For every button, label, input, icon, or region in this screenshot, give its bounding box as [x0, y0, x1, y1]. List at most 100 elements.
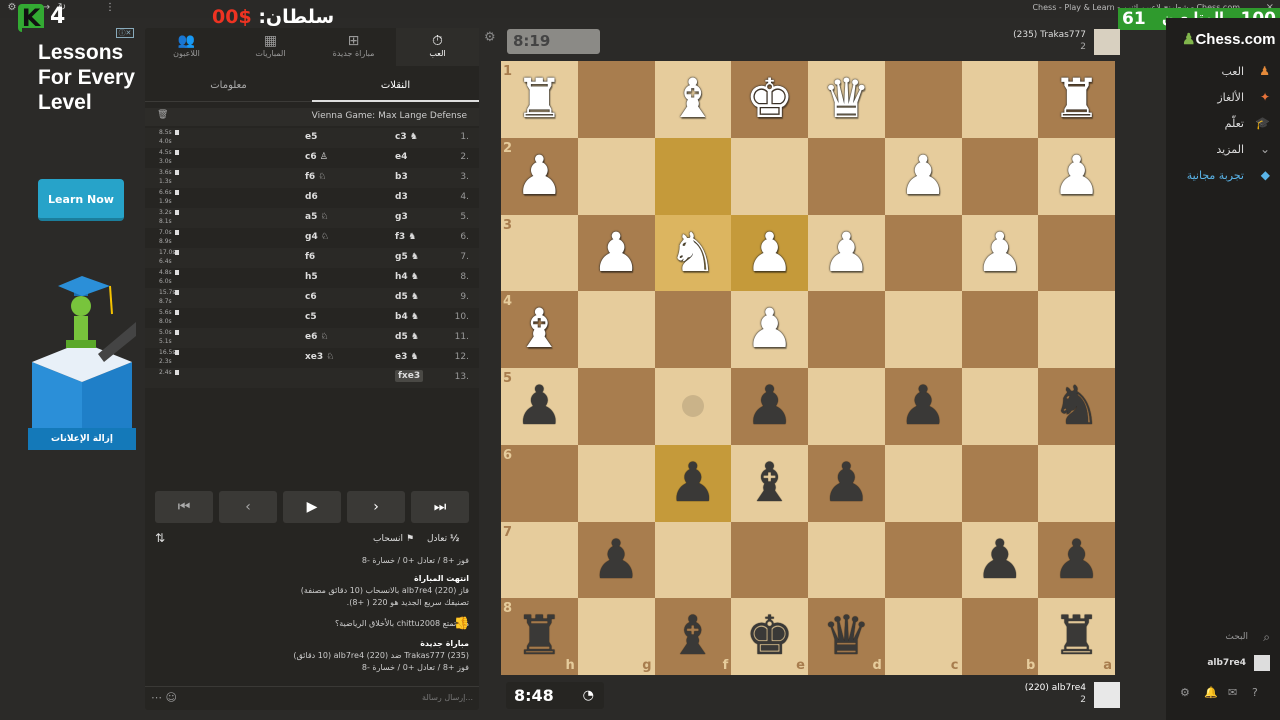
white-knight-icon[interactable]: ♞ — [655, 215, 732, 292]
black-move[interactable]: f6 ♘ — [305, 172, 326, 182]
tab-info[interactable]: معلومات — [145, 80, 312, 91]
chess-board[interactable]: 1 ♜ ♝ ♚ ♛ ♜ 2 ♟ ♟ ♟ 3 ♟ ♞ ♟ ♟ ♟ 4 ♝ ♟ 5 ♟ ♟ ♟ ♞ 6 ♟ ♝ ♟ 7 ♟ ♟ ♟ 8 h ♜ g f ♝ e ♚… — [501, 61, 1115, 675]
board-square[interactable] — [577, 444, 655, 522]
nav-user[interactable]: alb7re4 — [1166, 654, 1280, 674]
white-king-icon[interactable]: ♚ — [731, 61, 808, 138]
board-square[interactable] — [577, 291, 655, 368]
white-pawn-icon[interactable]: ♟ — [1038, 138, 1115, 215]
ad-learn-button[interactable]: Learn Now — [38, 179, 124, 221]
board-square[interactable]: ♟ — [654, 444, 732, 522]
board-square[interactable]: ♟ — [884, 137, 962, 215]
black-move[interactable]: c6 — [305, 292, 317, 302]
board-square[interactable]: f ♝ — [654, 598, 732, 675]
chat-input[interactable]: إرسال رسالة... — [422, 693, 473, 702]
draw-button[interactable]: تعادل ½ — [427, 534, 459, 544]
opponent-avatar[interactable] — [1094, 29, 1120, 55]
board-square[interactable]: ♟ — [961, 521, 1039, 599]
board-square[interactable]: 5 ♟ — [501, 368, 578, 445]
black-pawn-icon[interactable]: ♟ — [731, 368, 808, 445]
menu-icon[interactable]: ⋮ — [104, 2, 116, 14]
black-pawn-icon[interactable]: ♟ — [578, 522, 655, 599]
board-square[interactable] — [731, 521, 808, 599]
black-move[interactable]: c6 ♙ — [305, 152, 328, 162]
white-move[interactable]: d3 — [395, 192, 408, 202]
nav-item-more[interactable]: المزيد ⌄ — [1166, 140, 1280, 162]
board-square[interactable]: ♟ — [961, 214, 1039, 292]
board-square[interactable] — [577, 368, 655, 445]
tab-players[interactable]: 👥 اللاعبون — [145, 28, 228, 66]
thumbs-down-icon[interactable]: 👎 — [295, 616, 469, 630]
board-square[interactable] — [884, 61, 962, 138]
white-rook-icon[interactable]: ♜ — [1038, 61, 1115, 138]
mail-icon[interactable]: ✉ — [1228, 686, 1237, 699]
white-pawn-icon[interactable]: ♟ — [731, 291, 808, 368]
nav-search[interactable]: البحث ⌕ — [1166, 628, 1280, 648]
white-move[interactable]: e4 — [395, 152, 407, 162]
player-info[interactable]: (220) alb7re4 2 — [960, 682, 1120, 709]
board-square[interactable]: 6 — [501, 444, 578, 522]
white-move[interactable]: b3 — [395, 172, 408, 182]
board-square[interactable] — [961, 444, 1039, 522]
board-square[interactable] — [577, 137, 655, 215]
bell-icon[interactable]: 🔔 — [1204, 686, 1218, 699]
board-square[interactable] — [654, 291, 732, 368]
black-move[interactable]: xe3 ♘ — [305, 352, 334, 362]
nav-item-learn[interactable]: تعلّم 🎓 — [1166, 114, 1280, 136]
white-bishop-icon[interactable]: ♝ — [501, 291, 578, 368]
black-pawn-icon[interactable]: ♟ — [1038, 522, 1115, 599]
board-square[interactable]: g — [577, 598, 655, 675]
board-square[interactable]: ♜ — [1038, 61, 1115, 138]
white-queen-icon[interactable]: ♛ — [808, 61, 885, 138]
ad-choices-icon[interactable]: ⓘ✕ — [116, 28, 134, 38]
black-move[interactable]: g4 ♘ — [305, 232, 329, 242]
board-square[interactable]: 8 h ♜ — [501, 598, 578, 675]
white-move[interactable]: f3 ♞ — [395, 232, 416, 242]
last-move-button[interactable]: ⏭ — [411, 491, 469, 523]
white-rook-icon[interactable]: ♜ — [501, 61, 578, 138]
white-move[interactable]: g3 — [395, 212, 408, 222]
white-pawn-icon[interactable]: ♟ — [731, 215, 808, 292]
board-square[interactable] — [961, 137, 1039, 215]
board-square[interactable]: c — [884, 598, 962, 675]
play-button[interactable]: ▶ — [283, 491, 341, 523]
board-square[interactable] — [808, 368, 885, 445]
board-square[interactable] — [1038, 214, 1115, 292]
ad-banner[interactable]: ⓘ✕ Lessons For Every Level Learn Now إزا… — [22, 28, 138, 452]
board-square[interactable]: d ♛ — [808, 598, 885, 675]
trash-icon[interactable]: 🗑 — [157, 110, 168, 120]
board-square[interactable]: ♟ — [808, 444, 885, 522]
black-move[interactable]: f6 — [305, 252, 315, 262]
board-square[interactable] — [731, 137, 808, 215]
board-square[interactable] — [961, 368, 1039, 445]
black-pawn-icon[interactable]: ♟ — [962, 522, 1039, 599]
black-move[interactable]: h5 — [305, 272, 318, 282]
black-bishop-icon[interactable]: ♝ — [731, 445, 808, 522]
board-square[interactable]: ♟ — [731, 368, 808, 445]
white-pawn-icon[interactable]: ♟ — [578, 215, 655, 292]
remove-ads-button[interactable]: إزالة الإعلانات — [28, 428, 136, 450]
player-name[interactable]: (220) alb7re4 — [1025, 683, 1086, 693]
white-move[interactable]: b4 ♞ — [395, 312, 419, 322]
black-move[interactable]: e5 — [305, 132, 317, 142]
board-square[interactable]: ♟ — [884, 368, 962, 445]
black-knight-icon[interactable]: ♞ — [1038, 368, 1115, 445]
player-avatar[interactable] — [1094, 682, 1120, 708]
white-move[interactable]: g5 ♞ — [395, 252, 419, 262]
board-square[interactable] — [961, 291, 1039, 368]
white-move[interactable]: c3 ♞ — [395, 132, 418, 142]
board-square[interactable]: e ♚ — [731, 598, 808, 675]
resign-button[interactable]: انسحاب ⚑ — [373, 534, 414, 544]
black-pawn-icon[interactable]: ♟ — [655, 445, 732, 522]
board-square[interactable]: ♛ — [808, 61, 885, 138]
black-move[interactable]: e6 ♘ — [305, 332, 329, 342]
nav-item-free-trial[interactable]: تجربة مجانية ◆ — [1166, 166, 1280, 188]
black-pawn-icon[interactable]: ♟ — [885, 368, 962, 445]
white-pawn-icon[interactable]: ♟ — [501, 138, 578, 215]
black-rook-icon[interactable]: ♜ — [1038, 598, 1115, 675]
board-square[interactable] — [961, 61, 1039, 138]
tab-new-game[interactable]: ⊞ مباراة جديدة — [312, 28, 395, 66]
settings-icon[interactable]: ⚙ — [1180, 686, 1190, 699]
black-bishop-icon[interactable]: ♝ — [655, 598, 732, 675]
board-square[interactable] — [808, 291, 885, 368]
white-move[interactable]: e3 ♞ — [395, 352, 419, 362]
